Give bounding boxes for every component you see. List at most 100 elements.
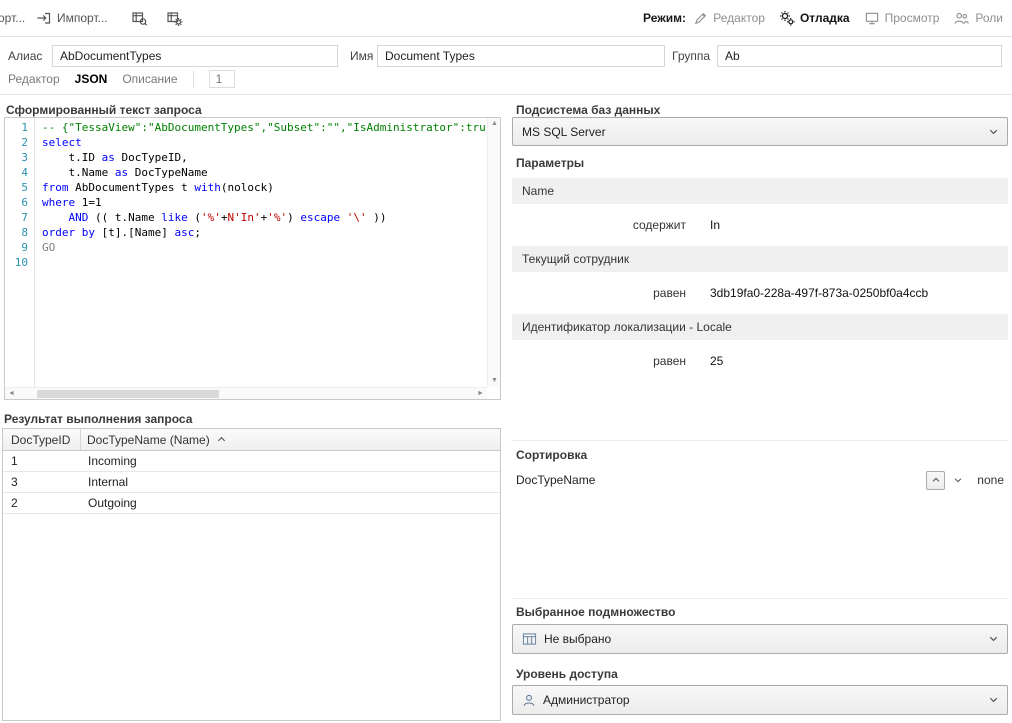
properties-panel: Алиас Имя Группа Редактор JSON Описание 1 [0,37,1012,95]
view-search-button[interactable] [131,0,148,36]
import-button[interactable]: Импорт... [36,0,108,36]
code-token: as [115,166,128,179]
editor-horizontal-scrollbar[interactable]: ◄ ► [5,387,487,399]
sort-up-button[interactable] [926,471,945,490]
alias-label: Алиас [8,49,42,63]
param-value[interactable]: 3db19fa0-228a-497f-873a-0250bf0a4ccb [710,286,928,300]
people-icon [953,11,970,26]
code-token: N'In' [227,211,260,224]
code-line [42,255,487,270]
line-number: 9 [5,240,34,255]
subset-select[interactable]: Не выбрано [512,624,1008,654]
mode-button-label: Просмотр [885,11,940,25]
name-input[interactable] [377,45,665,67]
line-number: 2 [5,135,34,150]
param-operator: содержит [512,218,686,232]
sort-controls: none [926,471,1004,490]
scroll-down-icon[interactable]: ▼ [488,375,501,387]
scroll-right-icon[interactable]: ► [474,388,487,400]
table-row[interactable]: 1Incoming [3,451,500,472]
code-token: DocTypeName [128,166,207,179]
tab-editor[interactable]: Редактор [8,72,60,86]
line-number: 10 [5,255,34,270]
tab-json[interactable]: JSON [75,72,108,86]
mode-label: Режим: [643,0,686,36]
pencil-icon [693,11,708,26]
line-number: 6 [5,195,34,210]
export-button[interactable]: орт... [0,0,25,36]
access-select-value: Администратор [543,693,630,707]
access-select[interactable]: Администратор [512,685,1008,715]
code-token: [t].[Name] [95,226,174,239]
name-label: Имя [350,49,373,63]
subset-table-icon [522,632,537,646]
group-input[interactable] [717,45,1002,67]
code-line: from AbDocumentTypes t with(nolock) [42,180,487,195]
table-row[interactable]: 2Outgoing [3,493,500,514]
code-token: AbDocumentTypes t [69,181,195,194]
tab-description[interactable]: Описание [122,72,177,86]
line-number: 4 [5,165,34,180]
code-line: AND (( t.Name like ('%'+N'In'+'%') escap… [42,210,487,225]
code-token: ; [194,226,201,239]
cell-doctypename: Internal [81,472,500,492]
code-token: with [194,181,221,194]
code-token [340,211,347,224]
import-icon [36,10,52,26]
column-header-doctypename[interactable]: DocTypeName (Name) [81,429,500,450]
sort-field-label: DocTypeName [516,473,595,487]
tab-separator [193,71,194,88]
line-number: 3 [5,150,34,165]
chevron-up-icon [931,475,941,485]
editor-vertical-scrollbar[interactable]: ▲ ▼ [487,118,500,387]
view-settings-button[interactable] [166,0,183,36]
code-token: '%' [201,211,221,224]
code-token: 1=1 [75,196,102,209]
param-value[interactable]: In [710,218,720,232]
monitor-icon [864,11,880,26]
table-header-row: DocTypeID DocTypeName (Name) [3,429,500,451]
mode-button-debug[interactable]: Отладка [772,0,857,36]
alias-input[interactable] [52,45,338,67]
code-lines[interactable]: -- {"TessaView":"AbDocumentTypes","Subse… [36,118,487,387]
cell-doctypeid: 2 [3,493,81,513]
code-token: '%' [267,211,287,224]
param-value[interactable]: 25 [710,354,723,368]
export-button-label: орт... [0,11,25,25]
scroll-up-icon[interactable]: ▲ [488,118,501,130]
mode-button-label: Редактор [713,11,765,25]
sort-asc-icon [217,435,226,444]
subset-select-value: Не выбрано [544,632,611,646]
tab-bar: Редактор JSON Описание 1 [8,68,235,90]
mode-button-roles[interactable]: Роли [946,0,1010,36]
description-counter: 1 [209,70,235,88]
code-token: )) [367,211,387,224]
group-label: Группа [672,49,710,63]
code-token: order by [42,226,95,239]
sort-down-button[interactable] [948,471,967,490]
column-header-doctypeid[interactable]: DocTypeID [3,429,81,450]
code-line: where 1=1 [42,195,487,210]
code-gutter: 12345678910 [5,118,35,387]
code-line: select [42,135,487,150]
mode-button-view[interactable]: Просмотр [857,0,947,36]
param-name-bar: Идентификатор локализации - Locale [512,314,1008,340]
sql-editor[interactable]: 12345678910 -- {"TessaView":"AbDocumentT… [4,117,501,400]
code-token: DocTypeID, [115,151,188,164]
table-row[interactable]: 3Internal [3,472,500,493]
section-divider [512,440,1008,441]
scrollbar-thumb[interactable] [37,390,219,398]
table-search-icon [131,10,148,27]
code-line: -- {"TessaView":"AbDocumentTypes","Subse… [42,120,487,135]
result-section-title: Результат выполнения запроса [4,412,192,426]
mode-button-label: Роли [975,11,1003,25]
import-button-label: Импорт... [57,11,108,25]
mode-button-editor[interactable]: Редактор [686,0,772,36]
chevron-down-icon [988,126,999,137]
db-select[interactable]: MS SQL Server [512,117,1008,146]
param-operator: равен [512,286,686,300]
cell-doctypeid: 1 [3,451,81,471]
scroll-left-icon[interactable]: ◄ [5,388,18,400]
column-header-label: DocTypeID [11,433,70,447]
code-token: where [42,196,75,209]
